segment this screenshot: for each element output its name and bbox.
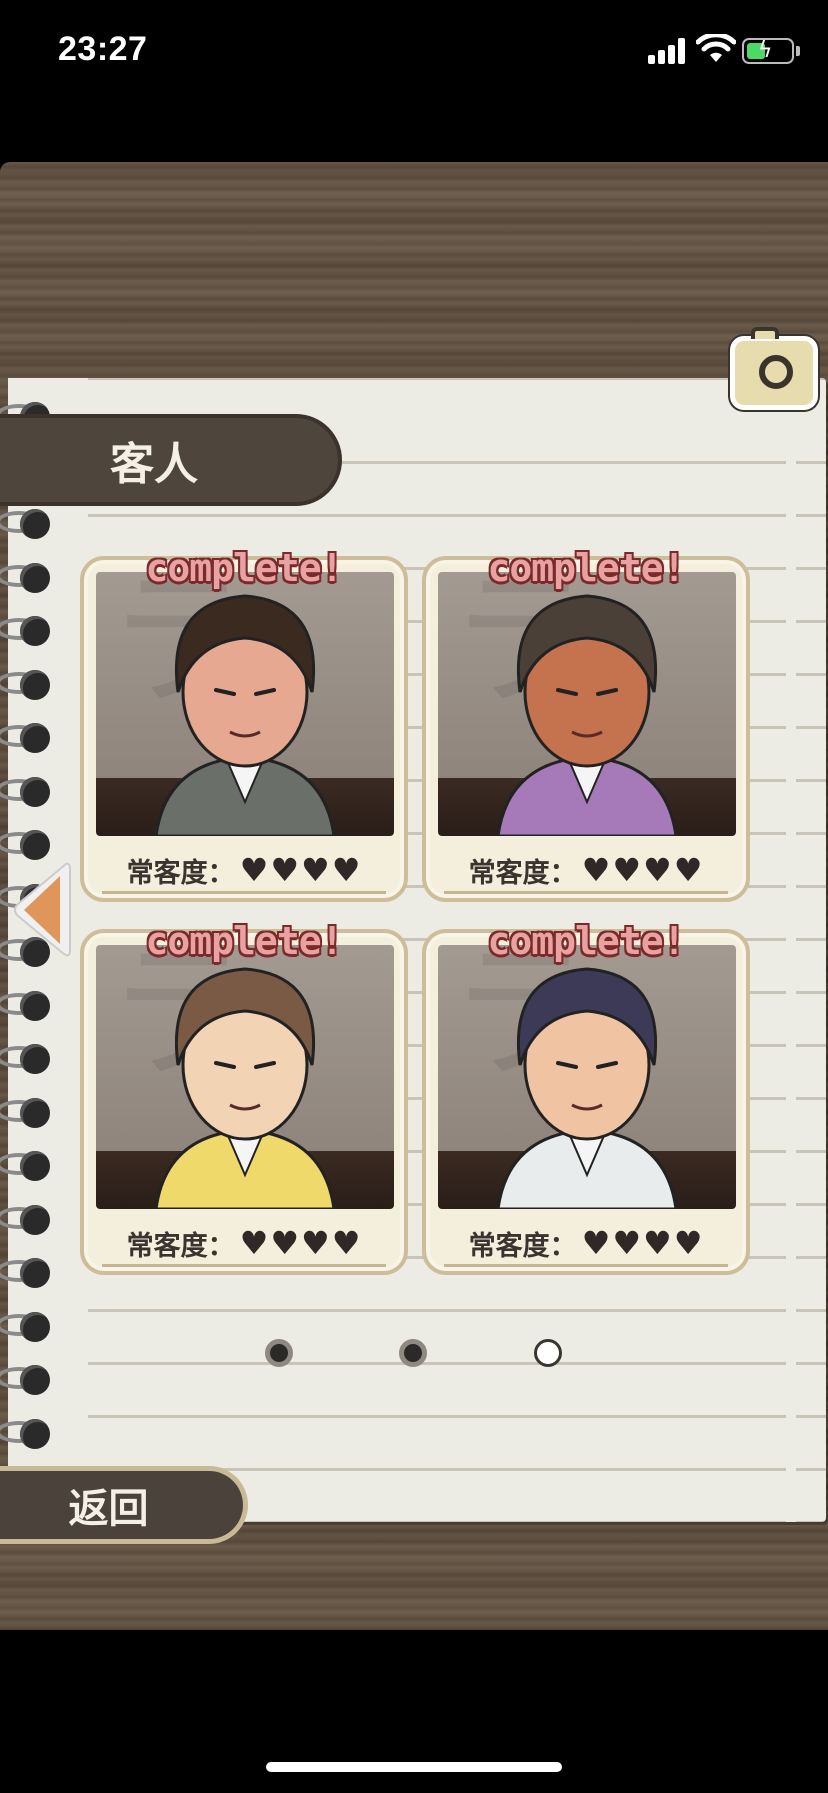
- spiral-ring: [0, 509, 52, 539]
- home-indicator[interactable]: [266, 1762, 562, 1772]
- spiral-ring: [0, 1311, 52, 1342]
- customer-card[interactable]: ラcomplete!常客度：♥♥♥♥: [80, 546, 408, 902]
- heart-icon: ♥: [301, 1224, 330, 1262]
- heart-icon: ♥: [331, 1224, 361, 1262]
- regular-level-hearts: ♥ ♥ ♥ ♥: [581, 854, 704, 886]
- regular-level: 常客度： ♥ ♥ ♥ ♥: [438, 1223, 734, 1267]
- ring-hole: [20, 669, 50, 700]
- complete-badge: complete!: [487, 919, 686, 963]
- ring-hole: [20, 776, 50, 807]
- heart-icon: ♥: [270, 851, 299, 889]
- spiral-ring: [0, 1418, 52, 1449]
- ring-hole: [20, 1097, 50, 1128]
- charging-bolt-icon: ϟ: [758, 38, 773, 63]
- regular-level-label: 常客度：: [126, 857, 235, 889]
- prev-arrow-icon[interactable]: [12, 858, 72, 962]
- page-title: 客人: [0, 414, 342, 506]
- battery-cap: [796, 46, 800, 56]
- customer-illustration: ラ: [448, 945, 678, 1209]
- customer-card[interactable]: ラcomplete!常客度：♥♥♥♥: [422, 546, 750, 902]
- heart-icon: ♥: [581, 851, 611, 889]
- camera-icon: [759, 355, 793, 389]
- ring-hole: [20, 1044, 50, 1074]
- heart-icon: ♥: [612, 1224, 641, 1262]
- customer-portrait: ラ: [96, 945, 394, 1209]
- status-time: 23:27: [58, 30, 148, 68]
- heart-icon: ♥: [673, 851, 703, 889]
- heart-icon: ♥: [581, 1224, 611, 1262]
- spiral-ring: [0, 1258, 52, 1288]
- ring-hole: [20, 830, 50, 860]
- spiral-ring: [0, 1204, 52, 1235]
- spiral-ring: [0, 723, 52, 753]
- ring-hole: [20, 616, 50, 646]
- battery-icon: ϟ: [742, 38, 794, 64]
- customer-portrait: ラ: [438, 945, 736, 1209]
- wifi-icon: [696, 34, 736, 62]
- page-dot-1[interactable]: [265, 1339, 293, 1367]
- heart-icon: ♥: [673, 1224, 703, 1262]
- spiral-ring: [0, 669, 52, 700]
- complete-badge: complete!: [487, 546, 686, 590]
- back-button[interactable]: 返回: [0, 1466, 248, 1544]
- page-dot-3[interactable]: [534, 1339, 562, 1367]
- heart-icon: ♥: [643, 1224, 672, 1262]
- spiral-ring: [0, 616, 52, 646]
- heart-icon: ♥: [331, 851, 361, 889]
- customer-illustration: ラ: [448, 572, 678, 836]
- customer-portrait: ラ: [96, 572, 394, 836]
- page-dot-2[interactable]: [399, 1339, 427, 1367]
- customer-illustration: ラ: [106, 945, 336, 1209]
- ring-hole: [20, 562, 50, 593]
- heart-icon: ♥: [270, 1224, 299, 1262]
- heart-icon: ♥: [643, 851, 672, 889]
- ring-hole: [20, 1311, 50, 1342]
- spiral-ring: [0, 830, 52, 860]
- regular-level: 常客度： ♥ ♥ ♥ ♥: [96, 1223, 392, 1267]
- regular-level: 常客度： ♥ ♥ ♥ ♥: [96, 850, 392, 894]
- complete-badge: complete!: [145, 546, 344, 590]
- spiral-ring: [0, 1151, 52, 1181]
- camera-button[interactable]: [730, 327, 818, 410]
- spiral-ring: [0, 562, 52, 593]
- customer-illustration: ラ: [106, 572, 336, 836]
- cellular-signal-icon: [648, 38, 686, 64]
- ring-hole: [20, 1151, 50, 1181]
- ring-hole: [20, 1418, 50, 1449]
- ring-hole: [20, 1258, 50, 1288]
- ring-hole: [20, 723, 50, 753]
- spiral-ring: [0, 1044, 52, 1074]
- regular-level-hearts: ♥ ♥ ♥ ♥: [581, 1227, 704, 1259]
- regular-level-label: 常客度：: [468, 1230, 577, 1262]
- spiral-ring: [0, 776, 52, 807]
- regular-level-label: 常客度：: [468, 857, 577, 889]
- heart-icon: ♥: [301, 851, 330, 889]
- regular-level-hearts: ♥ ♥ ♥ ♥: [239, 1227, 362, 1259]
- heart-icon: ♥: [612, 851, 641, 889]
- spiral-ring: [0, 1097, 52, 1128]
- ring-hole: [20, 1365, 50, 1395]
- customer-card[interactable]: ラcomplete!常客度：♥♥♥♥: [80, 919, 408, 1275]
- heart-icon: ♥: [239, 851, 269, 889]
- heart-icon: ♥: [239, 1224, 269, 1262]
- customer-card[interactable]: ラcomplete!常客度：♥♥♥♥: [422, 919, 750, 1275]
- spiral-ring: [0, 990, 52, 1021]
- complete-badge: complete!: [145, 919, 344, 963]
- camera-icon-top: [751, 327, 779, 339]
- regular-level-hearts: ♥ ♥ ♥ ♥: [239, 854, 362, 886]
- customer-portrait: ラ: [438, 572, 736, 836]
- status-bar: 23:27 ϟ: [0, 0, 828, 110]
- spiral-ring: [0, 1365, 52, 1395]
- regular-level: 常客度： ♥ ♥ ♥ ♥: [438, 850, 734, 894]
- regular-level-label: 常客度：: [126, 1230, 235, 1262]
- ring-hole: [20, 1204, 50, 1235]
- ring-hole: [20, 509, 50, 539]
- ring-hole: [20, 990, 50, 1021]
